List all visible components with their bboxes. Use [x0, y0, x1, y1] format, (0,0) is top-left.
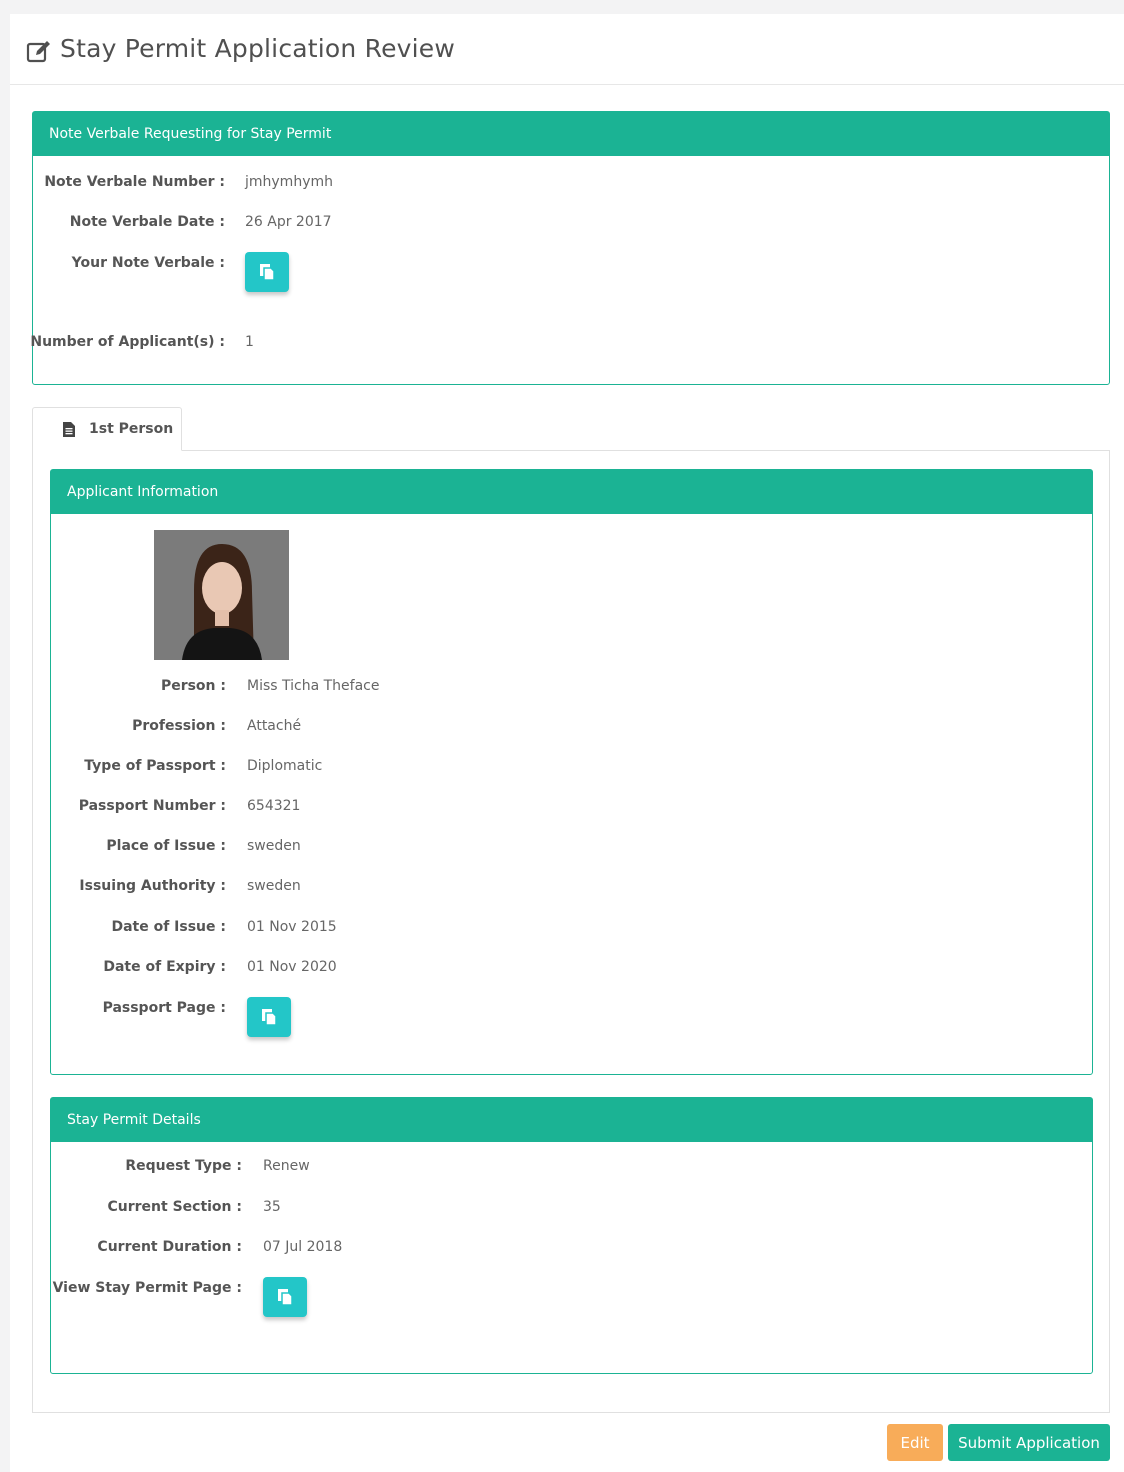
type-of-passport-label: Type of Passport : — [84, 758, 226, 774]
note-verbale-panel: Note Verbale Requesting for Stay Permit … — [30, 111, 1110, 385]
submit-application-button[interactable]: Submit Application — [948, 1424, 1110, 1461]
page-container: Stay Permit Application Review Note Verb… — [10, 14, 1124, 1472]
date-of-expiry-value: 01 Nov 2020 — [247, 959, 337, 975]
current-duration-label: Current Duration : — [97, 1239, 242, 1255]
view-stay-permit-page-button[interactable] — [263, 1277, 307, 1317]
passport-number-label: Passport Number : — [78, 798, 226, 814]
applicant-information-heading: Applicant Information — [51, 470, 1092, 514]
page-header: Stay Permit Application Review — [10, 14, 1124, 85]
number-of-applicants-value: 1 — [245, 334, 254, 350]
issuing-authority-value: sweden — [247, 878, 301, 894]
current-duration-value: 07 Jul 2018 — [263, 1239, 343, 1255]
note-verbale-number-label: Note Verbale Number : — [44, 174, 225, 190]
person-value: Miss Ticha Theface — [247, 678, 380, 694]
note-verbale-date-value: 26 Apr 2017 — [245, 214, 332, 230]
stay-permit-details-heading: Stay Permit Details — [51, 1098, 1092, 1142]
date-of-issue-value: 01 Nov 2015 — [247, 919, 337, 935]
view-passport-page-button[interactable] — [247, 997, 291, 1037]
tab-content: Applicant Information Person : Miss Tich… — [32, 450, 1110, 1413]
tab-1st-person[interactable]: 1st Person — [32, 407, 182, 451]
profession-value: Attaché — [247, 718, 302, 734]
date-of-issue-label: Date of Issue : — [111, 919, 226, 935]
tab-label: 1st Person — [89, 421, 174, 437]
applicant-information-panel: Applicant Information Person : Miss Tich… — [50, 469, 1093, 1075]
note-verbale-heading: Note Verbale Requesting for Stay Permit — [33, 112, 1109, 156]
note-verbale-date-label: Note Verbale Date : — [69, 214, 225, 230]
request-type-value: Renew — [263, 1158, 310, 1174]
copy-document-icon — [260, 264, 275, 281]
number-of-applicants-label: Number of Applicant(s) : — [30, 334, 225, 350]
profession-label: Profession : — [132, 718, 226, 734]
passport-number-value: 654321 — [247, 798, 301, 814]
request-type-label: Request Type : — [125, 1158, 242, 1174]
person-label: Person : — [160, 678, 226, 694]
place-of-issue-label: Place of Issue : — [106, 838, 226, 854]
date-of-expiry-label: Date of Expiry : — [103, 959, 226, 975]
edit-icon — [26, 41, 50, 63]
note-verbale-number-value: jmhymhymh — [245, 174, 333, 190]
file-icon — [63, 422, 75, 437]
issuing-authority-label: Issuing Authority : — [79, 878, 226, 894]
place-of-issue-value: sweden — [247, 838, 301, 854]
type-of-passport-value: Diplomatic — [247, 758, 323, 774]
view-stay-permit-page-label: View Stay Permit Page : — [52, 1280, 242, 1296]
your-note-verbale-label: Your Note Verbale : — [71, 255, 225, 271]
view-note-verbale-button[interactable] — [245, 252, 289, 292]
copy-document-icon — [278, 1289, 293, 1306]
applicant-photo — [154, 530, 289, 660]
page-title: Stay Permit Application Review — [60, 34, 456, 63]
current-section-value: 35 — [263, 1199, 281, 1215]
stay-permit-details-panel: Stay Permit Details Request Type : Renew… — [50, 1097, 1093, 1374]
copy-document-icon — [262, 1009, 277, 1026]
current-section-label: Current Section : — [107, 1199, 242, 1215]
passport-page-label: Passport Page : — [102, 1000, 226, 1016]
edit-button[interactable]: Edit — [887, 1424, 943, 1461]
